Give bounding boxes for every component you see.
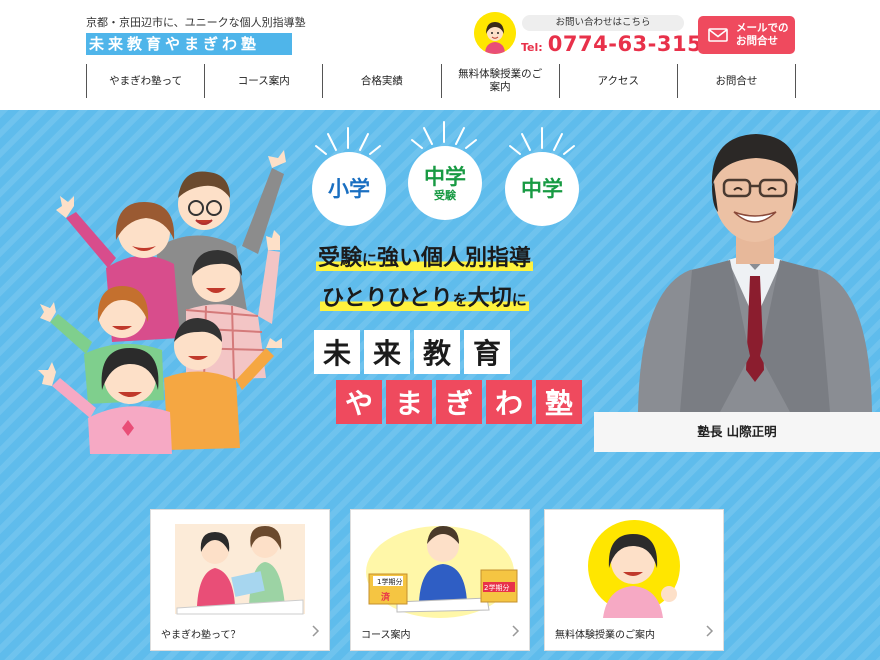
children-illustration — [38, 150, 286, 454]
brand-line-1: 未 来 教 育 — [314, 330, 510, 374]
catch1-b: に — [362, 251, 378, 269]
nav-item-free-trial[interactable]: 無料体験授業のご案内 — [440, 64, 559, 98]
catch1-d: 個人別指導 — [421, 246, 532, 271]
brand-char: わ — [486, 380, 532, 424]
page: 京都・京田辺市に、ユニークな個人別指導塾 未来教育やまぎわ塾 お問い合わせはこち… — [0, 0, 880, 660]
tel-number: 0774-63-3151 — [547, 32, 718, 56]
catch2-b: を — [452, 291, 468, 309]
catch2-d: に — [511, 291, 527, 309]
card-courses-image: 1学期分 済 2学期分 — [357, 516, 523, 618]
catchphrase-line-2: ひとりひとりを大切に — [320, 280, 529, 312]
brand-char: ぎ — [436, 380, 482, 424]
brand-char: 来 — [364, 330, 410, 374]
catch1-c: 強い — [377, 246, 422, 271]
tel-prefix: Tel: — [521, 41, 543, 54]
catchphrase-line-1: 受験に強い個人別指導 — [316, 240, 534, 272]
brand-char: 塾 — [536, 380, 582, 424]
brand-char: 教 — [414, 330, 460, 374]
contact-label: お問い合わせはこちら — [522, 15, 684, 31]
badge-junior-high-exam-sub: 受験 — [434, 188, 456, 202]
mail-contact-button[interactable]: メールでのお問合せ — [698, 16, 795, 54]
principal-photo — [638, 134, 872, 412]
chevron-right-icon — [312, 625, 320, 637]
global-nav: やまぎわ塾って コース案内 合格実績 無料体験授業のご案内 アクセス お問合せ — [86, 64, 797, 98]
nav-item-free-trial-label: 無料体験授業のご案内 — [458, 68, 543, 93]
card-courses-label: コース案内 — [361, 630, 411, 641]
badge-elementary: 小学 — [312, 152, 386, 226]
mail-icon — [708, 28, 728, 42]
badge-junior-high-exam-label: 中学 — [424, 164, 466, 189]
card-free-trial[interactable]: 無料体験授業のご案内 — [544, 509, 724, 651]
brand-char: ま — [386, 380, 432, 424]
nav-item-access[interactable]: アクセス — [558, 64, 677, 98]
badge-junior-high-exam: 中学 受験 — [408, 146, 482, 220]
nav-item-results[interactable]: 合格実績 — [322, 64, 440, 98]
badge-elementary-label: 小学 — [328, 177, 370, 201]
card-courses-tag-done: 済 — [381, 591, 391, 603]
card-courses[interactable]: 1学期分 済 2学期分 コース案内 — [350, 509, 530, 651]
chevron-right-icon — [706, 625, 714, 637]
hero-section: 小学 中学 受験 中学 受験に強い個人別指導 ひとりひとりを大切に 未 来 教 … — [0, 110, 880, 660]
phone-number[interactable]: Tel: 0774-63-3151 — [521, 32, 717, 56]
chevron-right-icon — [512, 625, 520, 637]
site-tagline: 京都・京田辺市に、ユニークな個人別指導塾 — [86, 16, 306, 29]
badge-junior-high: 中学 — [505, 152, 579, 226]
card-free-trial-image — [551, 516, 717, 618]
card-courses-tag-left: 1学期分 — [377, 577, 402, 586]
site-logo[interactable]: 未来教育やまぎわ塾 — [86, 33, 292, 55]
brand-char: 育 — [464, 330, 510, 374]
contact-avatar — [474, 12, 516, 54]
mail-button-label: メールでのお問合せ — [736, 22, 789, 47]
brand-line-2: や ま ぎ わ 塾 — [336, 380, 582, 424]
card-about[interactable]: やまぎわ塾って？ — [150, 509, 330, 651]
principal-name: 塾長 山際正明 — [594, 412, 880, 452]
catch2-a: ひとりひとり — [322, 286, 453, 311]
card-about-label: やまぎわ塾って？ — [161, 630, 241, 641]
card-free-trial-label: 無料体験授業のご案内 — [555, 630, 655, 641]
badge-junior-high-label: 中学 — [521, 177, 563, 201]
nav-item-about[interactable]: やまぎわ塾って — [86, 64, 204, 98]
nav-item-courses[interactable]: コース案内 — [204, 64, 322, 98]
catch2-c: 大切 — [467, 286, 512, 311]
brand-char: 未 — [314, 330, 360, 374]
site-header: 京都・京田辺市に、ユニークな個人別指導塾 未来教育やまぎわ塾 お問い合わせはこち… — [0, 0, 880, 110]
card-courses-tag-right: 2学期分 — [484, 583, 509, 592]
card-about-image — [157, 516, 323, 618]
catch1-a: 受験 — [318, 246, 363, 271]
brand-char: や — [336, 380, 382, 424]
nav-item-contact[interactable]: お問合せ — [676, 64, 797, 98]
